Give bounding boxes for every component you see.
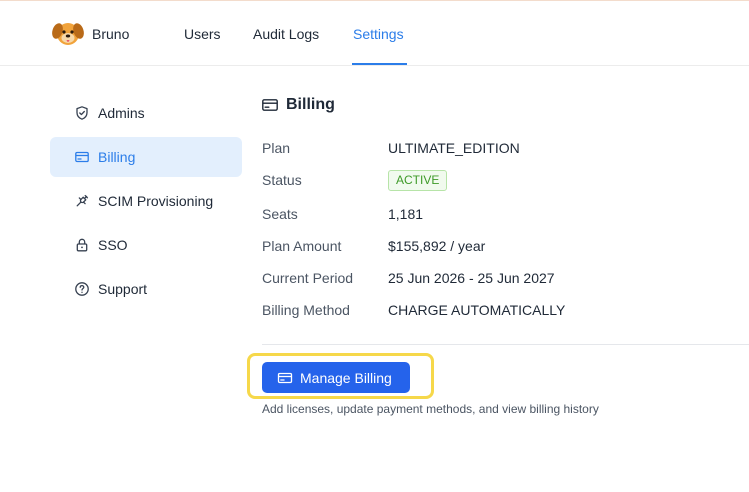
plan-amount-value: $155,892 / year	[388, 238, 486, 254]
plug-icon	[76, 194, 89, 207]
tab-users[interactable]: Users	[184, 26, 221, 42]
shield-check-icon	[76, 106, 88, 120]
sidebar-item-label: Admins	[98, 105, 145, 121]
active-tab-indicator	[352, 63, 407, 65]
status-badge: ACTIVE	[388, 170, 448, 191]
tab-settings[interactable]: Settings	[353, 26, 404, 42]
credit-card-icon	[262, 99, 278, 111]
credit-card-icon	[75, 151, 89, 163]
billing-method-value: CHARGE AUTOMATICALLY	[388, 302, 566, 318]
manage-billing-button[interactable]: Manage Billing	[262, 362, 410, 393]
lock-icon	[76, 238, 88, 252]
sidebar-item-label: SSO	[98, 237, 128, 253]
credit-card-icon	[277, 372, 293, 384]
manage-billing-label: Manage Billing	[300, 370, 392, 386]
sidebar-item-label: Billing	[98, 149, 136, 165]
plan-label: Plan	[262, 140, 291, 156]
page-title: Billing	[286, 96, 335, 113]
plan-value: ULTIMATE_EDITION	[388, 140, 520, 156]
brand[interactable]: Bruno	[51, 16, 129, 50]
sidebar-item-scim-provisioning[interactable]: SCIM Provisioning	[50, 181, 242, 221]
help-circle-icon	[75, 282, 89, 296]
sidebar-item-billing[interactable]: Billing	[50, 137, 242, 177]
billing-section-title: Billing	[261, 96, 335, 114]
top-header: Bruno Users Audit Logs Settings	[0, 1, 749, 66]
sidebar-item-label: Support	[98, 281, 148, 297]
seats-value: 1,181	[388, 206, 424, 222]
status-label: Status	[262, 172, 302, 188]
section-divider	[262, 344, 749, 345]
brand-name: Bruno	[92, 26, 130, 42]
sidebar-item-label: SCIM Provisioning	[98, 193, 214, 209]
billing-method-label: Billing Method	[262, 302, 350, 318]
sidebar-item-support[interactable]: Support	[50, 269, 242, 309]
sidebar-item-admins[interactable]: Admins	[50, 93, 242, 133]
billing-help-text: Add licenses, update payment methods, an…	[262, 402, 599, 416]
tab-audit-logs[interactable]: Audit Logs	[253, 26, 319, 42]
sidebar-item-sso[interactable]: SSO	[50, 225, 242, 265]
current-period-label: Current Period	[262, 270, 354, 286]
seats-label: Seats	[262, 206, 298, 222]
current-period-value: 25 Jun 2026 - 25 Jun 2027	[388, 270, 555, 286]
dog-logo-icon	[52, 23, 84, 45]
plan-amount-label: Plan Amount	[262, 238, 342, 254]
